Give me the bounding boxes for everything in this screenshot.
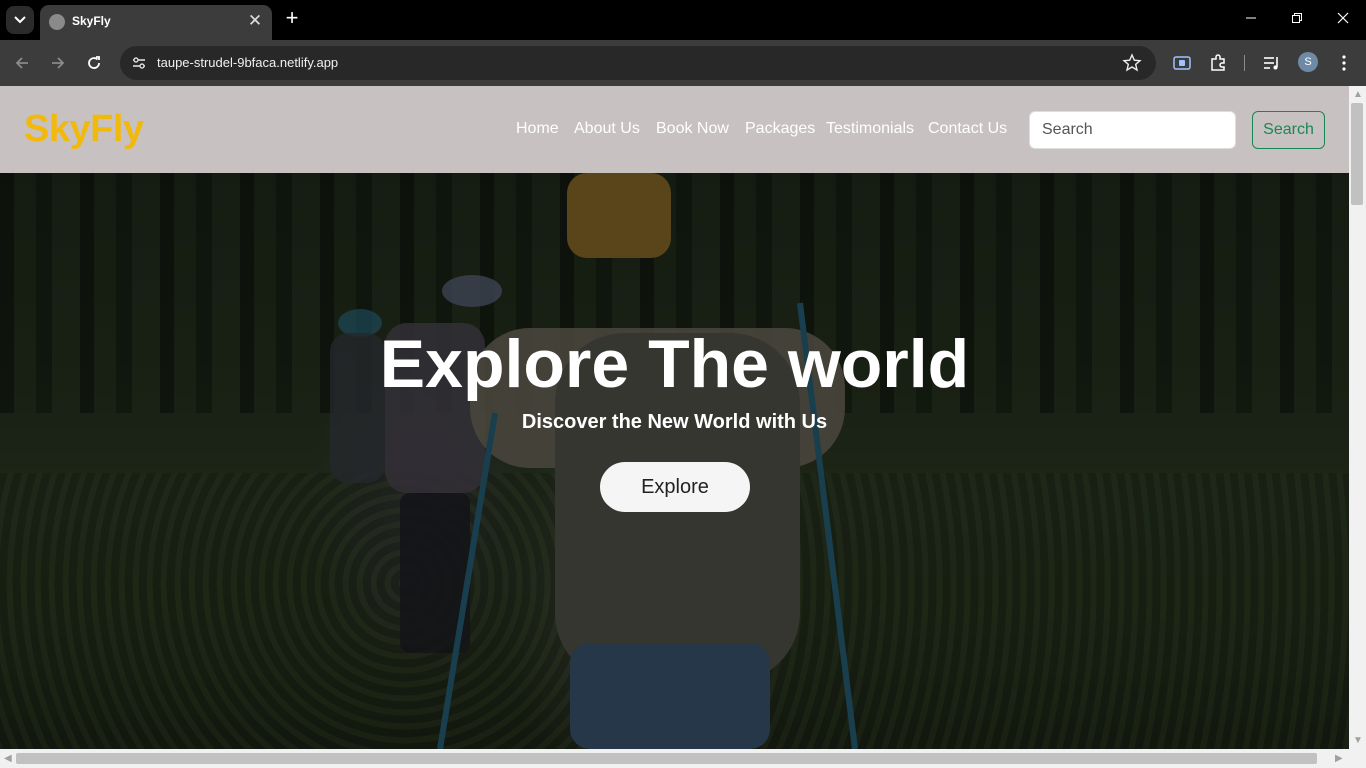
hero-overlay [0, 173, 1349, 749]
nav-link-home[interactable]: Home [516, 120, 559, 138]
browser-toolbar: taupe-strudel-9bfaca.netlify.app S [0, 40, 1366, 86]
nav-link-testimonials[interactable]: Testimonials [826, 120, 914, 138]
scroll-down-icon[interactable]: ▼ [1353, 736, 1363, 746]
close-icon[interactable]: ✕ [246, 12, 264, 30]
site-info-icon[interactable] [130, 54, 148, 72]
profile-avatar[interactable]: S [1298, 52, 1318, 72]
restore-icon[interactable] [1285, 8, 1309, 32]
star-icon[interactable] [1122, 53, 1142, 73]
scroll-up-icon[interactable]: ▲ [1353, 90, 1363, 100]
page-viewport: SkyFly Home About Us Book Now Packages T… [0, 86, 1366, 768]
window-close-icon[interactable] [1331, 8, 1355, 32]
new-tab-icon[interactable]: + [281, 7, 303, 30]
search-button[interactable]: Search [1252, 111, 1325, 149]
browser-tab[interactable]: SkyFly ✕ [40, 5, 272, 40]
minimize-icon[interactable] [1239, 8, 1263, 32]
hero-title: Explore The world [379, 326, 970, 402]
search-input[interactable] [1029, 111, 1236, 149]
reload-icon[interactable] [82, 51, 106, 75]
nav-link-book-now[interactable]: Book Now [656, 120, 729, 138]
nav-link-packages[interactable]: Packages [745, 120, 815, 138]
scroll-right-icon[interactable]: ▶ [1335, 754, 1343, 764]
screen-share-icon[interactable] [1172, 53, 1192, 73]
explore-button[interactable]: Explore [600, 462, 750, 512]
back-icon[interactable] [10, 51, 34, 75]
extensions-icon[interactable] [1208, 53, 1228, 73]
vertical-scroll-thumb[interactable] [1351, 103, 1363, 205]
hero-subtitle: Discover the New World with Us [521, 411, 828, 433]
nav-link-contact-us[interactable]: Contact Us [928, 120, 1007, 138]
address-bar[interactable]: taupe-strudel-9bfaca.netlify.app [120, 46, 1156, 80]
toolbar-divider [1244, 55, 1245, 71]
brand-logo[interactable]: SkyFly [24, 108, 144, 151]
nav-link-about-us[interactable]: About Us [574, 120, 640, 138]
horizontal-scroll-thumb[interactable] [16, 753, 1317, 764]
site-navbar: SkyFly Home About Us Book Now Packages T… [0, 86, 1349, 173]
tab-list-icon[interactable] [6, 6, 34, 34]
scrollbar-corner [1349, 751, 1366, 768]
url-text: taupe-strudel-9bfaca.netlify.app [157, 55, 339, 70]
scroll-left-icon[interactable]: ◀ [4, 754, 12, 764]
browser-tab-bar: SkyFly ✕ + [0, 0, 1366, 40]
tab-title: SkyFly [72, 14, 111, 28]
media-icon[interactable] [1262, 53, 1282, 73]
forward-icon[interactable] [46, 51, 70, 75]
menu-icon[interactable] [1334, 53, 1354, 73]
favicon-icon [49, 14, 65, 30]
hero-section: Explore The world Discover the New World… [0, 173, 1349, 749]
